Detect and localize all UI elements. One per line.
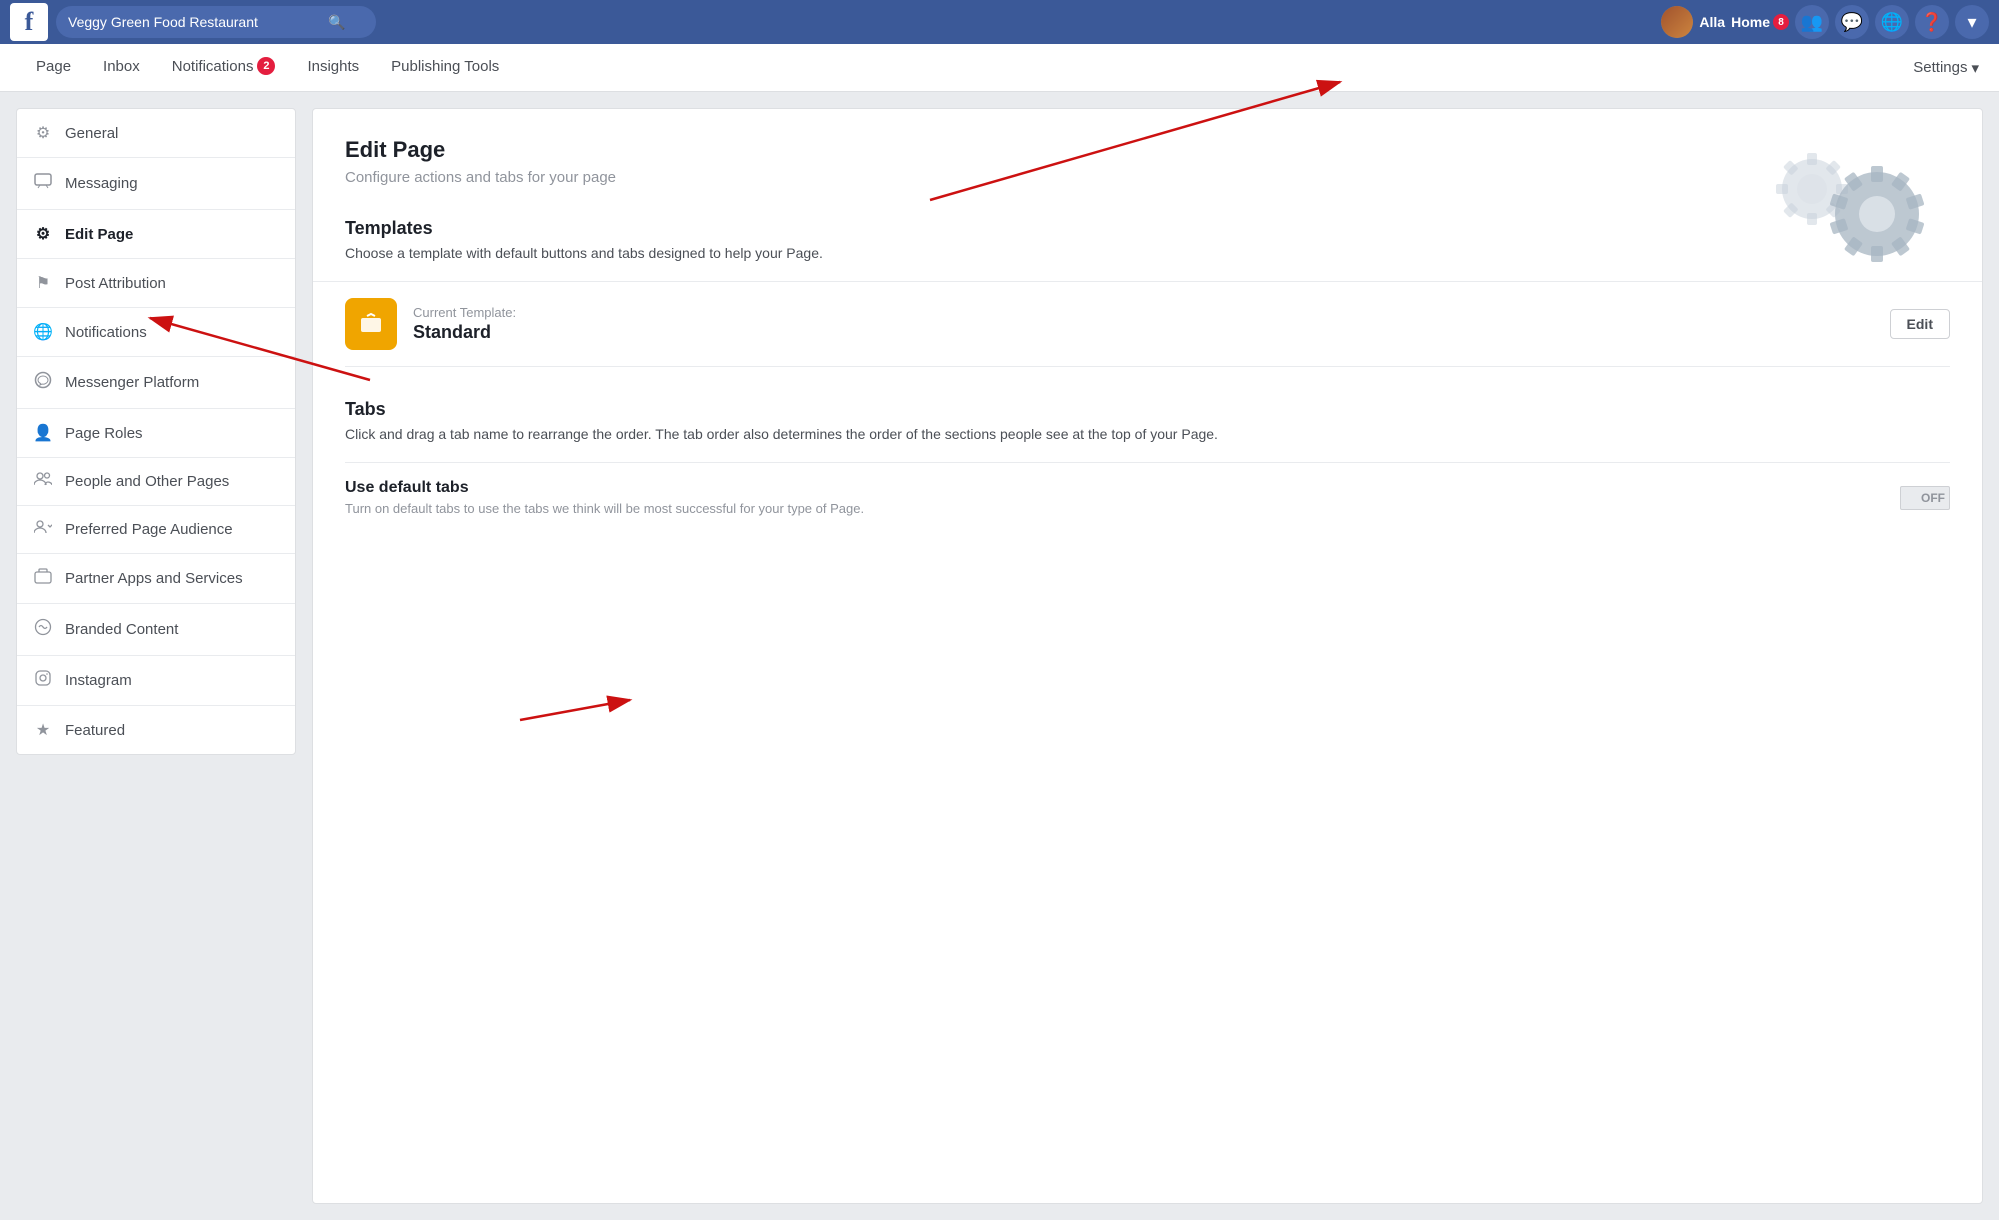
edit-page-gear-icon: ⚙	[33, 224, 53, 244]
template-label: Current Template:	[413, 305, 1874, 320]
tab-notifications[interactable]: Notifications 2	[156, 44, 292, 92]
default-tabs-row: Use default tabs Turn on default tabs to…	[345, 462, 1950, 532]
sidebar-item-label: Partner Apps and Services	[65, 570, 243, 587]
sidebar-item-instagram[interactable]: Instagram	[17, 656, 295, 706]
avatar-image	[1661, 6, 1693, 38]
template-icon	[345, 298, 397, 350]
toggle-track[interactable]: OFF	[1900, 486, 1950, 510]
sidebar-item-label: Messenger Platform	[65, 374, 199, 391]
content-area: Edit Page Configure actions and tabs for…	[312, 108, 1983, 1204]
nav-username[interactable]: Alla	[1699, 14, 1725, 30]
tab-insights-label: Insights	[307, 58, 359, 75]
sidebar-item-edit-page[interactable]: ⚙ Edit Page	[17, 210, 295, 259]
home-badge: 8	[1773, 14, 1789, 30]
gear-icon: ⚙	[33, 123, 53, 143]
sidebar-item-people-other-pages[interactable]: People and Other Pages	[17, 458, 295, 506]
messenger-icon[interactable]: 💬	[1835, 5, 1869, 39]
tab-page[interactable]: Page	[20, 44, 87, 92]
help-icon[interactable]: ❓	[1915, 5, 1949, 39]
messaging-icon	[33, 172, 53, 195]
sidebar-item-post-attribution[interactable]: ⚑ Post Attribution	[17, 259, 295, 308]
facebook-logo: f	[10, 3, 48, 41]
sidebar-item-preferred-page-audience[interactable]: Preferred Page Audience	[17, 506, 295, 554]
tabs-section: Tabs Click and drag a tab name to rearra…	[345, 399, 1950, 532]
sidebar-item-branded-content[interactable]: Branded Content	[17, 604, 295, 656]
sidebar-item-label: Branded Content	[65, 621, 178, 638]
nav-home-link[interactable]: Home 8	[1731, 14, 1789, 30]
template-row: Current Template: Standard Edit	[345, 282, 1950, 367]
settings-menu[interactable]: Settings ▾	[1913, 59, 1979, 77]
sidebar: ⚙ General Messaging ⚙ Edit Page ⚑ Post A…	[16, 108, 296, 755]
flag-icon: ⚑	[33, 273, 53, 293]
sidebar-item-label: Page Roles	[65, 425, 143, 442]
gear-decoration	[1742, 129, 1942, 289]
default-tabs-label: Use default tabs	[345, 479, 1884, 497]
sidebar-item-label: General	[65, 125, 118, 142]
top-navbar: f 🔍 Alla Home 8 👥 💬 🌐 ❓ ▾	[0, 0, 1999, 44]
tab-inbox-label: Inbox	[103, 58, 140, 75]
sidebar-item-label: People and Other Pages	[65, 473, 229, 490]
tab-publishing-tools-label: Publishing Tools	[391, 58, 499, 75]
templates-section: Templates Choose a template with default…	[345, 218, 1950, 367]
person-icon: 👤	[33, 423, 53, 443]
sidebar-item-page-roles[interactable]: 👤 Page Roles	[17, 409, 295, 458]
search-bar[interactable]: 🔍	[56, 6, 376, 38]
sidebar-item-label: Instagram	[65, 672, 132, 689]
sidebar-item-featured[interactable]: ★ Featured	[17, 706, 295, 754]
templates-desc: Choose a template with default buttons a…	[345, 245, 1950, 261]
tab-inbox[interactable]: Inbox	[87, 44, 156, 92]
sidebar-item-notifications[interactable]: 🌐 Notifications	[17, 308, 295, 357]
sidebar-item-label: Messaging	[65, 175, 138, 192]
edit-template-button[interactable]: Edit	[1890, 309, 1950, 339]
sidebar-item-label: Notifications	[65, 324, 147, 341]
sidebar-item-messaging[interactable]: Messaging	[17, 158, 295, 210]
tab-page-label: Page	[36, 58, 71, 75]
templates-title: Templates	[345, 218, 1950, 239]
sidebar-item-label: Featured	[65, 722, 125, 739]
template-info: Current Template: Standard	[413, 305, 1874, 343]
use-default-tabs-toggle[interactable]: OFF	[1900, 486, 1950, 510]
main-layout: ⚙ General Messaging ⚙ Edit Page ⚑ Post A…	[0, 92, 1999, 1220]
tab-notifications-label: Notifications	[172, 58, 254, 75]
friends-icon[interactable]: 👥	[1795, 5, 1829, 39]
instagram-icon	[33, 670, 53, 691]
avatar[interactable]	[1661, 6, 1693, 38]
dropdown-icon[interactable]: ▾	[1955, 5, 1989, 39]
preferred-audience-icon	[33, 520, 53, 539]
notifications-badge: 2	[257, 57, 275, 75]
sidebar-item-label: Edit Page	[65, 226, 133, 243]
page-subtitle: Configure actions and tabs for your page	[345, 169, 1950, 186]
messenger-platform-icon	[33, 371, 53, 394]
branded-content-icon	[33, 618, 53, 641]
notifications-globe-icon: 🌐	[33, 322, 53, 342]
page-title: Edit Page	[345, 137, 1950, 163]
tabs-title: Tabs	[345, 399, 1950, 420]
nav-right: Alla Home 8 👥 💬 🌐 ❓ ▾	[1661, 5, 1989, 39]
sidebar-item-messenger-platform[interactable]: Messenger Platform	[17, 357, 295, 409]
settings-label: Settings	[1913, 59, 1967, 76]
home-label: Home	[1731, 14, 1770, 30]
globe-icon[interactable]: 🌐	[1875, 5, 1909, 39]
settings-dropdown-icon: ▾	[1971, 59, 1979, 77]
gears-svg	[1742, 129, 1942, 289]
search-icon: 🔍	[328, 14, 345, 31]
sidebar-item-label: Preferred Page Audience	[65, 521, 233, 538]
tabs-desc: Click and drag a tab name to rearrange t…	[345, 426, 1950, 442]
fb-letter: f	[25, 7, 34, 37]
template-name: Standard	[413, 322, 1874, 343]
sidebar-item-general[interactable]: ⚙ General	[17, 109, 295, 158]
sidebar-item-partner-apps[interactable]: Partner Apps and Services	[17, 554, 295, 604]
people-icon	[33, 472, 53, 491]
default-tabs-info: Use default tabs Turn on default tabs to…	[345, 479, 1884, 516]
tab-publishing-tools[interactable]: Publishing Tools	[375, 44, 515, 92]
partner-apps-icon	[33, 568, 53, 589]
tab-insights[interactable]: Insights	[291, 44, 375, 92]
sidebar-item-label: Post Attribution	[65, 275, 166, 292]
search-input[interactable]	[68, 14, 328, 30]
default-tabs-desc: Turn on default tabs to use the tabs we …	[345, 501, 1884, 516]
toggle-off-label: OFF	[1921, 491, 1945, 505]
edit-page-header: Edit Page Configure actions and tabs for…	[345, 137, 1950, 186]
star-icon: ★	[33, 720, 53, 740]
page-navbar: Page Inbox Notifications 2 Insights Publ…	[0, 44, 1999, 92]
